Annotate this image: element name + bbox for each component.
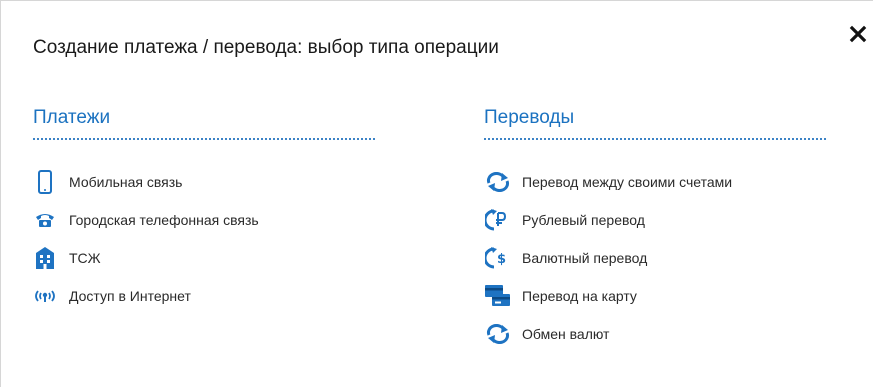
payment-item-label: Городская телефонная связь	[69, 212, 259, 228]
transfers-list: Перевод между своими счетами Рублевый пе…	[484, 163, 829, 353]
transfer-item-label: Перевод на карту	[522, 288, 637, 304]
transfer-item-label: Рублевый перевод	[522, 212, 645, 228]
payment-item-hoa[interactable]: ТСЖ	[33, 239, 378, 277]
payment-item-label: Мобильная связь	[69, 174, 183, 190]
transfers-heading: Переводы	[484, 107, 826, 140]
exchange-arrows-icon	[484, 170, 512, 194]
card-transfer-icon	[484, 284, 512, 308]
transfer-item-ruble[interactable]: Рублевый перевод	[484, 201, 829, 239]
payment-type-dialog: Создание платежа / перевода: выбор типа …	[0, 0, 873, 387]
close-button[interactable]	[849, 25, 867, 43]
building-icon	[33, 246, 57, 270]
payments-section: Платежи Мобильная связь Городская телефо…	[33, 107, 378, 315]
payment-item-mobile[interactable]: Мобильная связь	[33, 163, 378, 201]
ruble-transfer-icon	[484, 208, 512, 232]
payment-item-landline[interactable]: Городская телефонная связь	[33, 201, 378, 239]
wifi-signal-icon	[33, 284, 57, 308]
transfer-item-exchange[interactable]: Обмен валют	[484, 315, 829, 353]
transfer-item-label: Перевод между своими счетами	[522, 174, 733, 190]
dialog-title: Создание платежа / перевода: выбор типа …	[33, 37, 499, 58]
exchange-arrows-icon	[484, 322, 512, 346]
payment-item-label: ТСЖ	[69, 250, 101, 266]
payments-heading: Платежи	[33, 107, 375, 140]
transfer-item-label: Обмен валют	[522, 326, 610, 342]
transfer-item-currency[interactable]: $ Валютный перевод	[484, 239, 829, 277]
payment-item-label: Доступ в Интернет	[69, 288, 191, 304]
telephone-icon	[33, 208, 57, 232]
transfer-item-card[interactable]: Перевод на карту	[484, 277, 829, 315]
payment-item-internet[interactable]: Доступ в Интернет	[33, 277, 378, 315]
svg-text:$: $	[497, 252, 506, 267]
transfers-section: Переводы Перевод между своими счетами Ру…	[484, 107, 829, 353]
mobile-phone-icon	[33, 170, 57, 194]
close-icon	[849, 25, 867, 43]
dollar-transfer-icon: $	[484, 246, 512, 270]
payments-list: Мобильная связь Городская телефонная свя…	[33, 163, 378, 315]
transfer-item-label: Валютный перевод	[522, 250, 648, 266]
transfer-item-own-accounts[interactable]: Перевод между своими счетами	[484, 163, 829, 201]
